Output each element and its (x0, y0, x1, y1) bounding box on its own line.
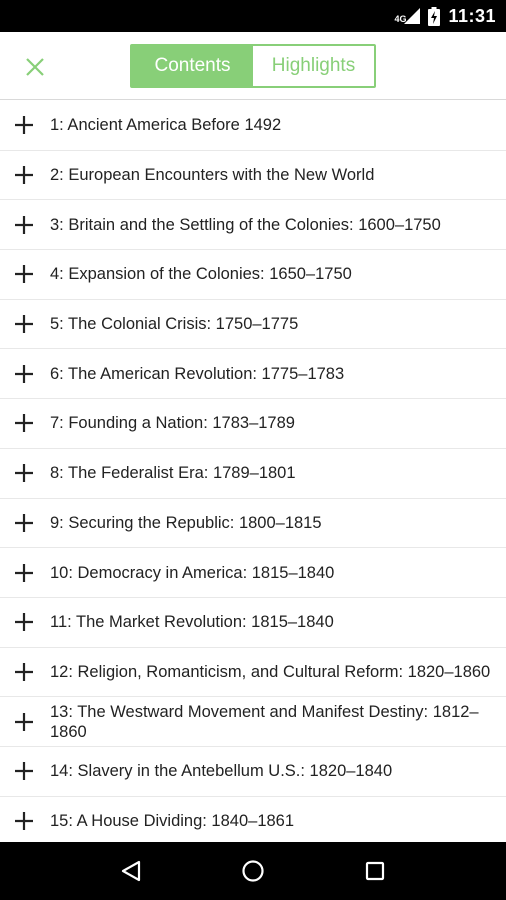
tab-highlights[interactable]: Highlights (253, 46, 374, 86)
toc-item[interactable]: 11: The Market Revolution: 1815–1840 (0, 598, 506, 648)
toc-item[interactable]: 3: Britain and the Settling of the Colon… (0, 200, 506, 251)
plus-icon[interactable] (14, 811, 34, 831)
toc-item-label: 15: A House Dividing: 1840–1861 (50, 811, 295, 830)
navigation-bar (0, 842, 506, 900)
toc-item[interactable]: 8: The Federalist Era: 1789–1801 (0, 449, 506, 499)
close-icon (26, 58, 44, 76)
plus-icon[interactable] (14, 563, 34, 583)
toc-item-label: 11: The Market Revolution: 1815–1840 (50, 613, 334, 632)
plus-icon[interactable] (14, 463, 34, 483)
toc-item[interactable]: 5: The Colonial Crisis: 1750–1775 (0, 300, 506, 350)
plus-icon[interactable] (14, 662, 34, 682)
toc-item[interactable]: 13: The Westward Movement and Manifest D… (0, 697, 506, 747)
toc-item[interactable]: 6: The American Revolution: 1775–1783 (0, 349, 506, 400)
contents-list: 1: Ancient America Before 1492 2: Europea… (0, 101, 506, 842)
toc-item-label: 14: Slavery in the Antebellum U.S.: 1820… (50, 762, 393, 781)
toc-item-label: 7: Founding a Nation: 1783–1789 (50, 414, 295, 433)
plus-icon[interactable] (14, 115, 34, 135)
toc-item[interactable]: 7: Founding a Nation: 1783–1789 (0, 399, 506, 449)
toc-item[interactable]: 1: Ancient America Before 1492 (0, 101, 506, 151)
toc-item[interactable]: 15: A House Dividing: 1840–1861 (0, 797, 506, 842)
recents-icon (365, 861, 385, 881)
plus-icon[interactable] (14, 612, 34, 632)
toc-item[interactable]: 2: European Encounters with the New Worl… (0, 151, 506, 201)
recents-button[interactable] (355, 851, 395, 891)
plus-icon[interactable] (14, 364, 34, 384)
back-button[interactable] (111, 851, 151, 891)
plus-icon[interactable] (14, 513, 34, 533)
toc-item[interactable]: 14: Slavery in the Antebellum U.S.: 1820… (0, 747, 506, 797)
plus-icon[interactable] (14, 712, 34, 732)
toc-item[interactable]: 12: Religion, Romanticism, and Cultural … (0, 648, 506, 698)
back-icon (121, 860, 141, 882)
toc-item-label: 12: Religion, Romanticism, and Cultural … (50, 662, 491, 681)
toc-item-label: 2: European Encounters with the New Worl… (50, 166, 375, 185)
toc-item[interactable]: 9: Securing the Republic: 1800–1815 (0, 499, 506, 549)
toc-item-label: 3: Britain and the Settling of the Colon… (50, 215, 441, 234)
plus-icon[interactable] (14, 215, 34, 235)
plus-icon[interactable] (14, 413, 34, 433)
plus-icon[interactable] (14, 314, 34, 334)
toc-item-label: 10: Democracy in America: 1815–1840 (50, 563, 335, 582)
clock: 11:31 (448, 5, 496, 26)
status-bar: 4G 11:31 (0, 0, 506, 32)
home-button[interactable] (233, 851, 273, 891)
home-icon (242, 860, 264, 882)
view-switcher: Contents Highlights (130, 44, 376, 88)
plus-icon[interactable] (14, 761, 34, 781)
toc-item-label: 13: The Westward Movement and Manifest D… (50, 702, 479, 741)
toc-item-label: 8: The Federalist Era: 1789–1801 (50, 464, 296, 483)
toc-item[interactable]: 10: Democracy in America: 1815–1840 (0, 548, 506, 598)
battery-charging-icon (428, 6, 441, 26)
toc-header: Contents Highlights (0, 32, 506, 100)
plus-icon[interactable] (14, 264, 34, 284)
toc-item[interactable]: 4: Expansion of the Colonies: 1650–1750 (0, 250, 506, 300)
toc-item-label: 5: The Colonial Crisis: 1750–1775 (50, 315, 299, 334)
signal-icon: 4G (394, 8, 421, 24)
toc-item-label: 6: The American Revolution: 1775–1783 (50, 364, 345, 383)
toc-item-label: 9: Securing the Republic: 1800–1815 (50, 513, 322, 532)
close-button[interactable] (20, 52, 50, 82)
toc-item-label: 4: Expansion of the Colonies: 1650–1750 (50, 265, 352, 284)
toc-item-label: 1: Ancient America Before 1492 (50, 116, 282, 135)
plus-icon[interactable] (14, 165, 34, 185)
tab-contents[interactable]: Contents (132, 46, 253, 86)
